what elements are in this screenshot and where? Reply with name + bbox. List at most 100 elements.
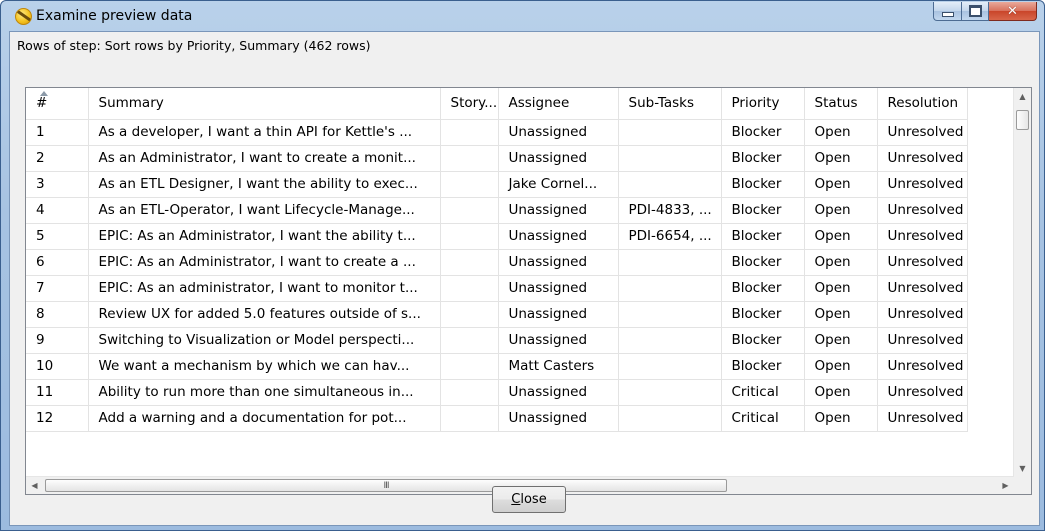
table-cell	[440, 119, 499, 146]
table-cell: Unassigned	[498, 275, 619, 302]
table-row[interactable]: 2 As an Administrator, I want to create a…	[26, 145, 968, 172]
table-cell	[440, 223, 499, 250]
table-cell	[618, 353, 722, 380]
dialog-window: Examine preview data ✕ Rows of step: Sor…	[0, 0, 1045, 531]
table-cell: Unassigned	[498, 301, 619, 328]
vertical-scrollbar[interactable]: ▲ ▼	[1013, 88, 1031, 477]
vertical-scroll-thumb[interactable]	[1016, 110, 1029, 130]
title-bar[interactable]: Examine preview data ✕	[1, 1, 1044, 31]
table-cell: Open	[804, 145, 878, 172]
table-cell: Unresolved	[877, 327, 968, 354]
column-header[interactable]: Sub-Tasks	[618, 88, 722, 120]
minimize-icon	[941, 11, 954, 17]
table-cell	[618, 249, 722, 276]
table-cell: Blocker	[721, 301, 805, 328]
window-controls: ✕	[933, 2, 1037, 21]
table-cell: 5	[26, 223, 89, 250]
table-cell: Open	[804, 171, 878, 198]
table-cell: 4	[26, 197, 89, 224]
table-cell: Open	[804, 119, 878, 146]
table-cell: Unresolved	[877, 301, 968, 328]
table-cell: Open	[804, 275, 878, 302]
column-header[interactable]: Story...	[440, 88, 499, 120]
table-cell: Open	[804, 353, 878, 380]
table-row[interactable]: 9 Switching to Visualization or Model per…	[26, 327, 968, 354]
table-cell: PDI-4833, ...	[618, 197, 722, 224]
table-cell: Unassigned	[498, 379, 619, 406]
table-cell: 7	[26, 275, 89, 302]
table-row[interactable]: 11 Ability to run more than one simultane…	[26, 379, 968, 406]
table-cell: Open	[804, 249, 878, 276]
table-cell: 10	[26, 353, 89, 380]
minimize-button[interactable]	[933, 2, 962, 21]
table-cell: Open	[804, 327, 878, 354]
table-row[interactable]: 6 EPIC: As an Administrator, I want to cr…	[26, 249, 968, 276]
column-header[interactable]: Resolution	[877, 88, 968, 120]
preview-data-grid: # Summary Story... Assignee Sub-Tasks Priorit…	[25, 87, 1032, 495]
table-cell: Open	[804, 405, 878, 432]
table-cell: Blocker	[721, 171, 805, 198]
table-cell: Unresolved	[877, 171, 968, 198]
column-header[interactable]: Priority	[721, 88, 805, 120]
table-row[interactable]: 10 We want a mechanism by which we can ha…	[26, 353, 968, 380]
column-header[interactable]: Summary	[88, 88, 441, 120]
grip-icon: III	[383, 480, 390, 491]
table-cell: EPIC: As an Administrator, I want to cre…	[88, 249, 441, 276]
table-row[interactable]: 7 EPIC: As an administrator, I want to mo…	[26, 275, 968, 302]
table-cell: As a developer, I want a thin API for Ke…	[88, 119, 441, 146]
table-cell: Matt Casters	[498, 353, 619, 380]
window-title: Examine preview data	[36, 8, 193, 24]
maximize-button[interactable]	[962, 2, 989, 21]
table-cell: Unassigned	[498, 197, 619, 224]
column-header[interactable]: Assignee	[498, 88, 619, 120]
preview-table: # Summary Story... Assignee Sub-Tasks Priorit…	[26, 88, 968, 432]
dialog-body: Rows of step: Sort rows by Priority, Sum…	[9, 31, 1040, 526]
table-cell: Unresolved	[877, 353, 968, 380]
column-header[interactable]: #	[26, 88, 89, 120]
table-cell: Unassigned	[498, 223, 619, 250]
table-row[interactable]: 1 As a developer, I want a thin API for K…	[26, 119, 968, 146]
table-cell: Blocker	[721, 327, 805, 354]
table-cell: Ability to run more than one simultaneou…	[88, 379, 441, 406]
table-cell: PDI-6654, ...	[618, 223, 722, 250]
table-cell: 8	[26, 301, 89, 328]
close-window-button[interactable]: ✕	[989, 2, 1037, 21]
table-row[interactable]: 3 As an ETL Designer, I want the ability …	[26, 171, 968, 198]
maximize-icon	[968, 5, 982, 17]
table-cell	[440, 353, 499, 380]
scroll-right-icon[interactable]: ▶	[997, 477, 1014, 494]
table-cell	[440, 171, 499, 198]
table-cell	[440, 327, 499, 354]
table-cell	[440, 405, 499, 432]
table-cell: As an ETL-Operator, I want Lifecycle-Man…	[88, 197, 441, 224]
scroll-up-icon[interactable]: ▲	[1014, 88, 1031, 105]
table-cell	[440, 275, 499, 302]
table-cell	[618, 379, 722, 406]
table-cell: Add a warning and a documentation for po…	[88, 405, 441, 432]
close-button-label: lose	[520, 492, 547, 507]
scroll-down-icon[interactable]: ▼	[1014, 460, 1031, 477]
scrollbar-corner	[1014, 477, 1031, 494]
close-mnemonic: C	[511, 492, 521, 507]
column-header[interactable]: Status	[804, 88, 878, 120]
table-cell	[440, 249, 499, 276]
table-cell: Jake Cornel...	[498, 171, 619, 198]
table-body: 1 As a developer, I want a thin API for K…	[26, 119, 968, 432]
table-cell: EPIC: As an Administrator, I want the ab…	[88, 223, 441, 250]
table-row[interactable]: 12 Add a warning and a documentation for …	[26, 405, 968, 432]
table-cell	[618, 145, 722, 172]
table-cell: Unassigned	[498, 405, 619, 432]
close-button[interactable]: Close	[492, 486, 566, 513]
table-cell: Open	[804, 301, 878, 328]
table-cell	[440, 379, 499, 406]
horizontal-scroll-thumb[interactable]: III	[45, 479, 727, 492]
table-cell: Open	[804, 197, 878, 224]
table-cell: Unresolved	[877, 379, 968, 406]
scroll-left-icon[interactable]: ◀	[26, 477, 43, 494]
table-cell: Unassigned	[498, 145, 619, 172]
table-cell	[440, 301, 499, 328]
table-row[interactable]: 8 Review UX for added 5.0 features outsid…	[26, 301, 968, 328]
table-cell: Unassigned	[498, 249, 619, 276]
table-row[interactable]: 5 EPIC: As an Administrator, I want the a…	[26, 223, 968, 250]
table-row[interactable]: 4 As an ETL-Operator, I want Lifecycle-Ma…	[26, 197, 968, 224]
